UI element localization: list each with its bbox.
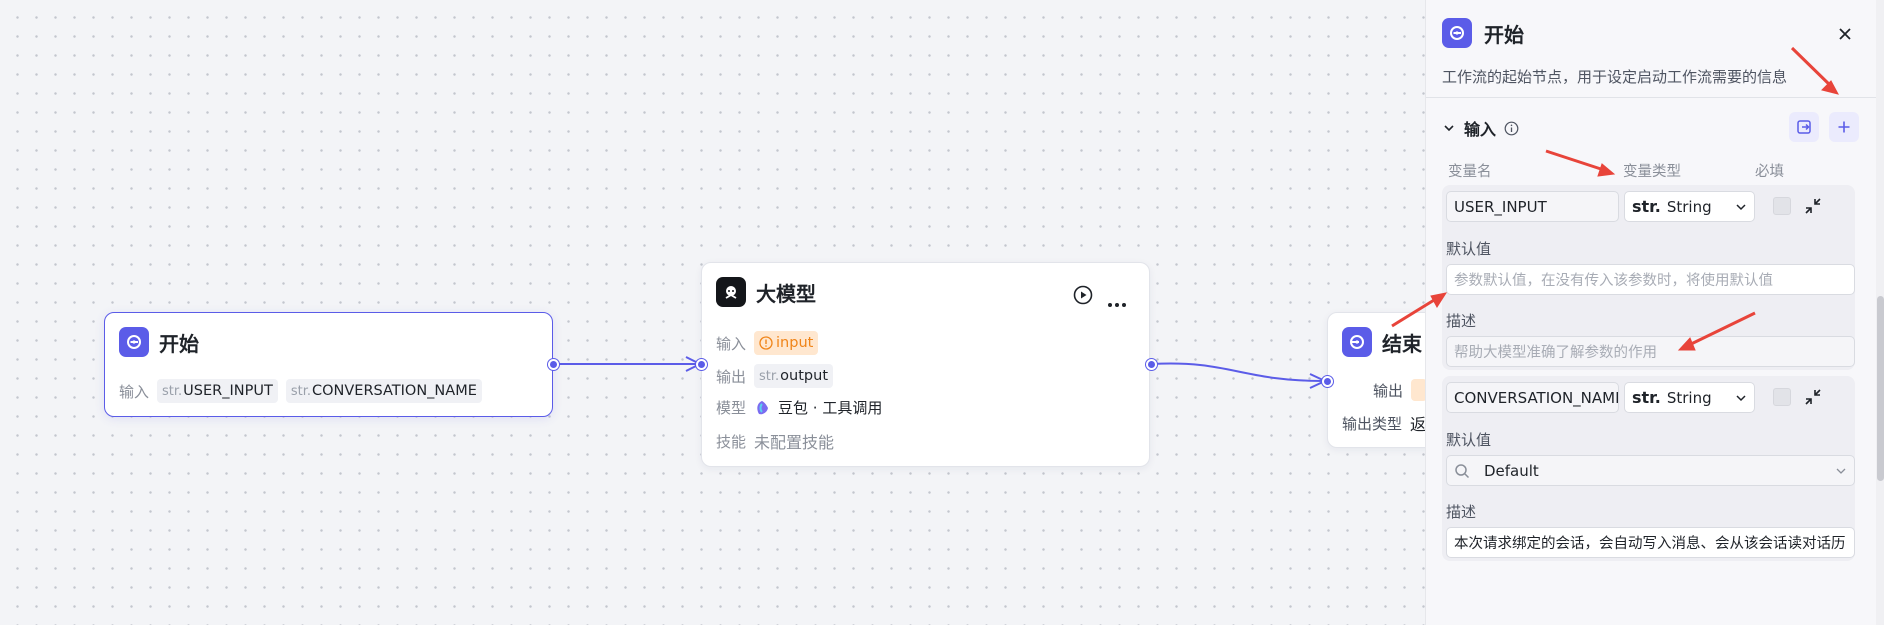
panel-scrollbar-thumb[interactable] [1877,296,1884,481]
start-node-icon [119,327,149,357]
more-icon[interactable] [1107,293,1127,312]
column-header-type: 变量类型 [1623,164,1681,180]
llm-model-value: 豆包 · 工具调用 [778,399,883,417]
llm-output-label: 输出 [716,367,747,386]
end-node-icon [1342,327,1372,357]
input-section-header[interactable]: 输入 [1442,116,1519,140]
start-node-tag-conversation-name: str. CONVERSATION_NAME [285,379,482,403]
variable-card-conversation-name: CONVERSATION_NAME str. String 默认值 Default… [1442,376,1855,561]
llm-input-label: 输入 [716,334,747,353]
llm-node-output-port[interactable] [1146,359,1157,370]
llm-input-tag: input [754,331,819,355]
column-header-name: 变量名 [1448,164,1492,180]
start-node-input-label: 输入 [119,382,150,401]
end-output-type-label: 输出类型 [1342,414,1403,433]
chevron-down-icon [1736,203,1746,210]
close-icon[interactable] [1831,20,1859,48]
column-header-required: 必填 [1755,164,1784,180]
llm-node-input-port[interactable] [696,359,707,370]
end-output-label: 输出 [1373,381,1404,400]
llm-output-tag: str. output [754,364,833,388]
llm-skill-value: 未配置技能 [754,433,835,452]
add-variable-button[interactable] [1829,112,1859,142]
collapse-icon[interactable] [1803,196,1823,216]
panel-divider [1426,97,1876,98]
variable-type-select[interactable]: str. String [1624,191,1755,222]
chevron-down-icon [1736,394,1746,401]
description-input[interactable]: 帮助大模型准确了解参数的作用 [1446,336,1855,367]
variable-card-user-input: USER_INPUT str. String 默认值 参数默认值，在没有传入该参数… [1442,185,1855,370]
llm-node-icon [716,277,746,307]
required-checkbox[interactable] [1773,197,1791,215]
import-button[interactable] [1789,112,1819,142]
edge-llm-to-end [1151,362,1326,382]
warning-icon [759,336,773,350]
start-node[interactable]: 开始 输入 str. USER_INPUT str. CONVERSATION_NA… [104,312,553,417]
end-node-input-port[interactable] [1322,376,1333,387]
variable-type-select[interactable]: str. String [1624,382,1755,413]
llm-node[interactable]: 大模型 输入 input 输出 str. output 模型 豆包 · 工具调用 … [701,262,1150,467]
chevron-down-icon[interactable] [1442,121,1456,135]
run-icon[interactable] [1073,285,1093,309]
description-label: 描述 [1446,312,1477,330]
info-icon[interactable] [1504,121,1519,136]
doubao-icon [754,400,770,416]
description-input[interactable]: 本次请求绑定的会话，会自动写入消息、会从该会话读对话历 [1446,527,1855,558]
input-section-title: 输入 [1464,120,1497,139]
plus-icon [1838,121,1850,133]
search-icon [1455,463,1470,478]
start-node-tag-user-input: str. USER_INPUT [157,379,278,403]
required-checkbox[interactable] [1773,388,1791,406]
panel-title: 开始 [1484,22,1524,47]
llm-node-title: 大模型 [756,281,816,306]
import-icon [1797,120,1811,134]
description-label: 描述 [1446,503,1477,521]
panel-start-icon [1442,18,1472,48]
start-node-title: 开始 [159,331,199,356]
variable-name-input[interactable]: USER_INPUT [1446,191,1619,222]
start-node-output-port[interactable] [548,359,559,370]
end-node-title: 结束 [1382,331,1422,356]
default-value-label: 默认值 [1446,240,1492,258]
chevron-down-icon [1836,468,1846,474]
llm-skill-label: 技能 [716,432,747,451]
start-node-config-panel: 开始 工作流的起始节点，用于设定启动工作流需要的信息 输入 变量名 变量类型 必… [1425,0,1884,625]
default-conversation-select[interactable]: Default [1446,455,1855,486]
llm-model-label: 模型 [716,399,747,417]
default-value-label: 默认值 [1446,431,1492,449]
variable-name-input[interactable]: CONVERSATION_NAME [1446,382,1619,413]
collapse-icon[interactable] [1803,387,1823,407]
end-output-type-value: 返 [1410,415,1427,434]
default-value-input[interactable]: 参数默认值，在没有传入该参数时，将使用默认值 [1446,264,1855,295]
panel-description: 工作流的起始节点，用于设定启动工作流需要的信息 [1442,68,1788,86]
